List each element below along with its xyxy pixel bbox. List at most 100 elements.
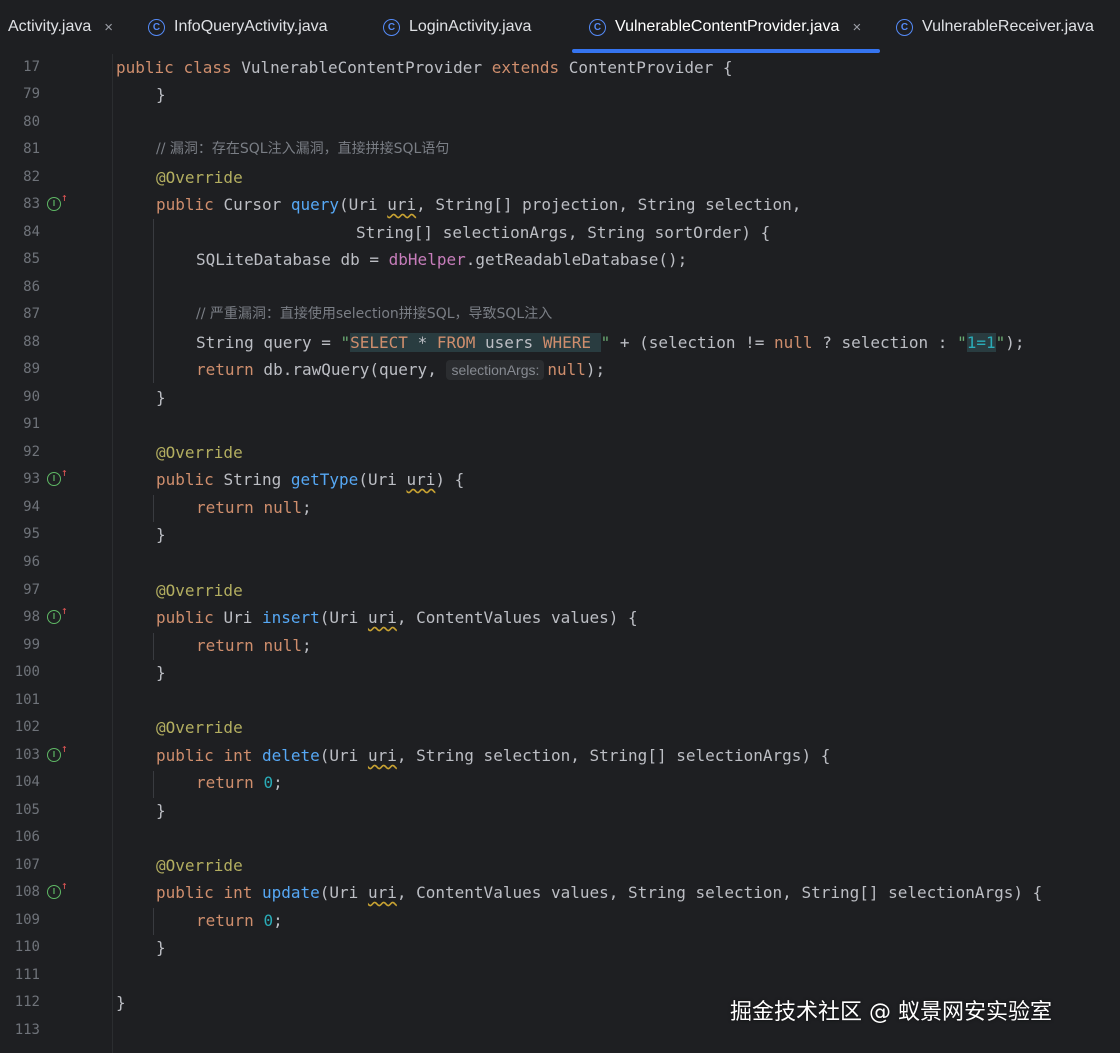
code-line: 87 // 严重漏洞：直接使用selection拼接SQL，导致SQL注入 [0, 301, 1120, 328]
line-number: 85 [23, 251, 40, 267]
code-line: 91 [0, 411, 1120, 438]
line-number: 102 [14, 719, 40, 735]
active-tab-indicator [572, 49, 880, 53]
line-number: 91 [23, 416, 40, 432]
code-line: 95 } [0, 521, 1120, 548]
code-text: public Cursor query(Uri uri, String[] pr… [156, 195, 802, 214]
line-number: 92 [23, 444, 40, 460]
class-icon: C [589, 18, 606, 36]
navigate-up-arrow-icon[interactable]: ↑ [61, 743, 68, 754]
code-text: SQLiteDatabase db = dbHelper.getReadable… [196, 250, 688, 269]
line-number: 87 [23, 306, 40, 322]
implements-method-icon[interactable]: I [47, 197, 61, 211]
code-line: 79 } [0, 81, 1120, 108]
code-line: 86 [0, 274, 1120, 301]
tab-label: LoginActivity.java [409, 18, 532, 35]
code-line: 106 [0, 824, 1120, 851]
code-line: 102 @Override [0, 714, 1120, 741]
line-number: 93 [23, 471, 40, 487]
code-line: 110 } [0, 934, 1120, 961]
line-number: 94 [23, 499, 40, 515]
code-line: 101 [0, 687, 1120, 714]
code-comment: // 严重漏洞：直接使用selection拼接SQL，导致SQL注入 [196, 306, 553, 322]
implements-method-icon[interactable]: I [47, 472, 61, 486]
line-number: 81 [23, 141, 40, 157]
code-line: 96 [0, 549, 1120, 576]
code-text: } [156, 938, 166, 957]
code-text: } [116, 993, 126, 1012]
code-text: } [156, 525, 166, 544]
tab-activity[interactable]: Activity.java × [8, 0, 113, 54]
code-line: 83 I ↑ public Cursor query(Uri uri, Stri… [0, 191, 1120, 218]
code-line: 105 } [0, 797, 1120, 824]
class-icon: C [896, 18, 913, 36]
code-text: return 0; [196, 773, 283, 792]
tab-vulnerable-content-provider[interactable]: C VulnerableContentProvider.java × [589, 0, 861, 54]
code-text: return db.rawQuery(query, selectionArgs:… [196, 360, 606, 380]
line-number: 99 [23, 637, 40, 653]
code-line: 107 @Override [0, 852, 1120, 879]
code-text: public int update(Uri uri, ContentValues… [156, 883, 1043, 902]
line-number: 98 [23, 609, 40, 625]
line-number: 107 [14, 857, 40, 873]
close-icon[interactable]: × [852, 19, 861, 36]
line-number: 80 [23, 114, 40, 130]
navigate-up-arrow-icon[interactable]: ↑ [61, 880, 68, 891]
code-line: 99 return null; [0, 632, 1120, 659]
code-line: 111 [0, 962, 1120, 989]
line-number: 105 [14, 802, 40, 818]
class-icon: C [383, 18, 400, 36]
code-line: 81 // 漏洞：存在SQL注入漏洞，直接拼接SQL语句 [0, 136, 1120, 163]
line-number: 110 [14, 939, 40, 955]
code-line: 109 return 0; [0, 907, 1120, 934]
line-number: 95 [23, 526, 40, 542]
tab-label: InfoQueryActivity.java [174, 18, 328, 35]
tab-info-query-activity[interactable]: C InfoQueryActivity.java [148, 0, 328, 54]
code-text: public int delete(Uri uri, String select… [156, 746, 831, 765]
code-annotation: @Override [156, 581, 243, 600]
code-text: } [156, 85, 166, 104]
tab-login-activity[interactable]: C LoginActivity.java [383, 0, 531, 54]
line-number: 113 [14, 1022, 40, 1038]
editor-tab-bar: Activity.java × C InfoQueryActivity.java… [0, 0, 1120, 54]
code-line: 100 } [0, 659, 1120, 686]
navigate-up-arrow-icon[interactable]: ↑ [61, 605, 68, 616]
code-text: } [156, 801, 166, 820]
line-number: 88 [23, 334, 40, 350]
line-number: 112 [14, 994, 40, 1010]
class-icon: C [148, 18, 165, 36]
code-text: String query = "SELECT * FROM users WHER… [196, 333, 1025, 352]
line-number: 104 [14, 774, 40, 790]
tab-vulnerable-receiver[interactable]: C VulnerableReceiver.java [896, 0, 1094, 54]
tab-label: VulnerableContentProvider.java [615, 18, 840, 35]
line-number: 109 [14, 912, 40, 928]
navigate-up-arrow-icon[interactable]: ↑ [61, 192, 68, 203]
line-number: 86 [23, 279, 40, 295]
code-line: 85 SQLiteDatabase db = dbHelper.getReada… [0, 246, 1120, 273]
code-line: 98 I ↑ public Uri insert(Uri uri, Conten… [0, 604, 1120, 631]
close-icon[interactable]: × [104, 19, 113, 36]
line-number: 103 [14, 747, 40, 763]
line-number: 106 [14, 829, 40, 845]
line-number: 17 [23, 59, 40, 75]
code-line: 92 @Override [0, 439, 1120, 466]
implements-method-icon[interactable]: I [47, 610, 61, 624]
code-text: } [156, 663, 166, 682]
code-annotation: @Override [156, 168, 243, 187]
line-number: 108 [14, 884, 40, 900]
navigate-up-arrow-icon[interactable]: ↑ [61, 467, 68, 478]
line-number: 89 [23, 361, 40, 377]
code-line: 97 @Override [0, 577, 1120, 604]
code-annotation: @Override [156, 856, 243, 875]
code-line: 94 return null; [0, 494, 1120, 521]
code-text: return 0; [196, 911, 283, 930]
code-line: 89 return db.rawQuery(query, selectionAr… [0, 356, 1120, 383]
code-line: 84 String[] selectionArgs, String sortOr… [0, 219, 1120, 246]
code-comment: // 漏洞：存在SQL注入漏洞，直接拼接SQL语句 [156, 141, 450, 157]
implements-method-icon[interactable]: I [47, 885, 61, 899]
code-annotation: @Override [156, 718, 243, 737]
code-line: 103 I ↑ public int delete(Uri uri, Strin… [0, 742, 1120, 769]
code-line: 88 String query = "SELECT * FROM users W… [0, 329, 1120, 356]
code-line: 104 return 0; [0, 769, 1120, 796]
implements-method-icon[interactable]: I [47, 748, 61, 762]
